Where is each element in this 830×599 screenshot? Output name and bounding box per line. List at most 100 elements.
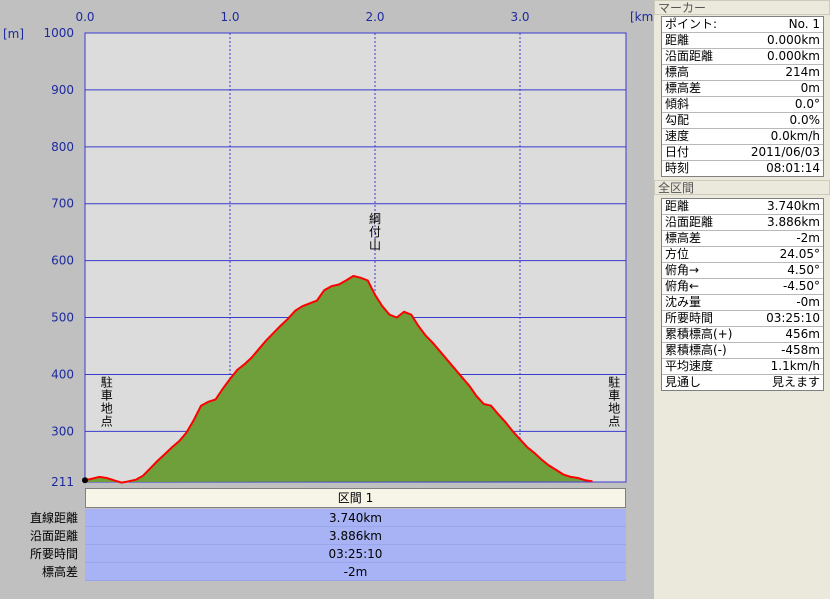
marker-row: 日付 2011/06/03	[662, 145, 823, 161]
marker-value: 0.0km/h	[770, 129, 820, 143]
total-row: 俯角← -4.50°	[662, 279, 823, 295]
marker-key: 日付	[665, 145, 690, 159]
marker-row: 時刻 08:01:14	[662, 161, 823, 176]
section-row-time: 所要時間 03:25:10	[0, 545, 654, 563]
annotation-char: 地	[101, 402, 113, 416]
y-tick-label: 500	[51, 311, 74, 325]
total-key: 方位	[665, 247, 690, 261]
marker-value: 0.000km	[767, 33, 820, 47]
section-value: -2m	[85, 563, 626, 581]
total-key: 累積標高(-)	[665, 343, 727, 357]
profile-svg[interactable]: 1000 900 800 700 600 500 400 300 211 0.0 1.0 2.0 3.0…	[0, 0, 654, 488]
section-label: 標高差	[41, 565, 78, 579]
y-tick-label: 900	[51, 83, 74, 97]
annotation-char: 点	[608, 415, 620, 429]
annotation-char: 車	[608, 389, 620, 403]
total-row: 所要時間 03:25:10	[662, 311, 823, 327]
section-header: 区間 1	[85, 488, 626, 508]
total-key: 累積標高(+)	[665, 327, 733, 341]
total-value: 24.05°	[779, 247, 820, 261]
annotation-char: 山	[369, 238, 381, 252]
total-row: 沿面距離 3.886km	[662, 215, 823, 231]
x-tick-label: 0.0	[75, 10, 94, 24]
annotation-char: 地	[608, 402, 620, 416]
x-unit-label: [km]	[630, 10, 654, 24]
total-table: 距離 3.740km 沿面距離 3.886km 標高差 -2m 方位 24.05° 俯角…	[661, 198, 824, 391]
section-row-elevation-diff: 標高差 -2m	[0, 563, 654, 581]
section-value: 3.740km	[85, 509, 626, 527]
marker-row: 標高差 0m	[662, 81, 823, 97]
annotation-char: 付	[369, 225, 381, 239]
marker-panel-title: マーカー	[654, 0, 830, 15]
total-row: 距離 3.740km	[662, 199, 823, 215]
y-tick-label: 400	[51, 367, 74, 381]
marker-value: 0.0°	[794, 97, 820, 111]
section-row-surface-distance: 沿面距離 3.886km	[0, 527, 654, 545]
total-key: 標高差	[665, 231, 702, 245]
total-row: 累積標高(-) -458m	[662, 343, 823, 359]
marker-key: 標高	[665, 65, 690, 79]
total-row: 平均速度 1.1km/h	[662, 359, 823, 375]
total-value: -458m	[781, 343, 820, 357]
total-key: 見通し	[665, 375, 702, 389]
section-label: 所要時間	[29, 547, 78, 561]
total-value: 1.1km/h	[770, 359, 820, 373]
total-value: -0m	[796, 295, 820, 309]
total-key: 所要時間	[665, 311, 714, 325]
marker-key: 傾斜	[665, 97, 690, 111]
marker-key: 速度	[665, 129, 690, 143]
total-value: 見えます	[771, 375, 820, 389]
total-row: 標高差 -2m	[662, 231, 823, 247]
marker-row: ポイント: No. 1	[662, 17, 823, 33]
annotation-char: 駐	[101, 375, 113, 390]
total-value: 3.740km	[767, 199, 820, 213]
x-tick-label: 1.0	[220, 10, 239, 24]
total-value: 03:25:10	[766, 311, 820, 325]
x-tick-label: 3.0	[510, 10, 529, 24]
total-value: 456m	[785, 327, 820, 341]
total-row: 方位 24.05°	[662, 247, 823, 263]
section-value: 03:25:10	[85, 545, 626, 563]
marker-value: 0m	[800, 81, 820, 95]
marker-key: 標高差	[665, 81, 702, 95]
total-key: 俯角→	[665, 263, 700, 277]
marker-value: 08:01:14	[766, 161, 820, 175]
total-value: 3.886km	[767, 215, 820, 229]
marker-value: 0.000km	[767, 49, 820, 63]
total-row: 沈み量 -0m	[662, 295, 823, 311]
marker-row: 速度 0.0km/h	[662, 129, 823, 145]
total-row: 累積標高(+) 456m	[662, 327, 823, 343]
y-tick-label: 800	[51, 140, 74, 154]
y-tick-label: 300	[51, 424, 74, 438]
total-value: 4.50°	[787, 263, 820, 277]
marker-table: ポイント: No. 1 距離 0.000km 沿面距離 0.000km 標高 214m …	[661, 16, 824, 177]
y-tick-label: 211	[51, 475, 74, 488]
annotation-char: 駐	[608, 375, 620, 390]
section-label: 沿面距離	[29, 529, 78, 543]
section-stats: 直線距離 3.740km 沿面距離 3.886km 所要時間 03:25:10 …	[0, 509, 654, 581]
y-unit-label: [m]	[3, 27, 24, 41]
marker-row: 距離 0.000km	[662, 33, 823, 49]
section-label: 直線距離	[29, 511, 78, 525]
marker-key: ポイント:	[665, 17, 718, 31]
x-tick-label: 2.0	[365, 10, 384, 24]
marker-row: 沿面距離 0.000km	[662, 49, 823, 65]
marker-row: 傾斜 0.0°	[662, 97, 823, 113]
total-key: 俯角←	[665, 279, 700, 293]
start-marker-icon	[82, 477, 88, 484]
annotation-char: 点	[101, 415, 113, 429]
total-row: 見通し 見えます	[662, 375, 823, 390]
total-value: -2m	[796, 231, 820, 245]
marker-row: 標高 214m	[662, 65, 823, 81]
total-key: 沈み量	[665, 295, 702, 309]
annotation-char: 綱	[369, 212, 381, 226]
y-tick-label: 1000	[43, 26, 74, 40]
marker-value: 0.0%	[789, 113, 821, 127]
total-row: 俯角→ 4.50°	[662, 263, 823, 279]
info-panel: マーカー ポイント: No. 1 距離 0.000km 沿面距離 0.000km 標高…	[654, 0, 830, 599]
total-key: 距離	[665, 199, 690, 213]
section-value: 3.886km	[85, 527, 626, 545]
marker-row: 勾配 0.0%	[662, 113, 823, 129]
total-panel-title: 全区間	[654, 180, 830, 195]
total-value: -4.50°	[782, 279, 820, 293]
